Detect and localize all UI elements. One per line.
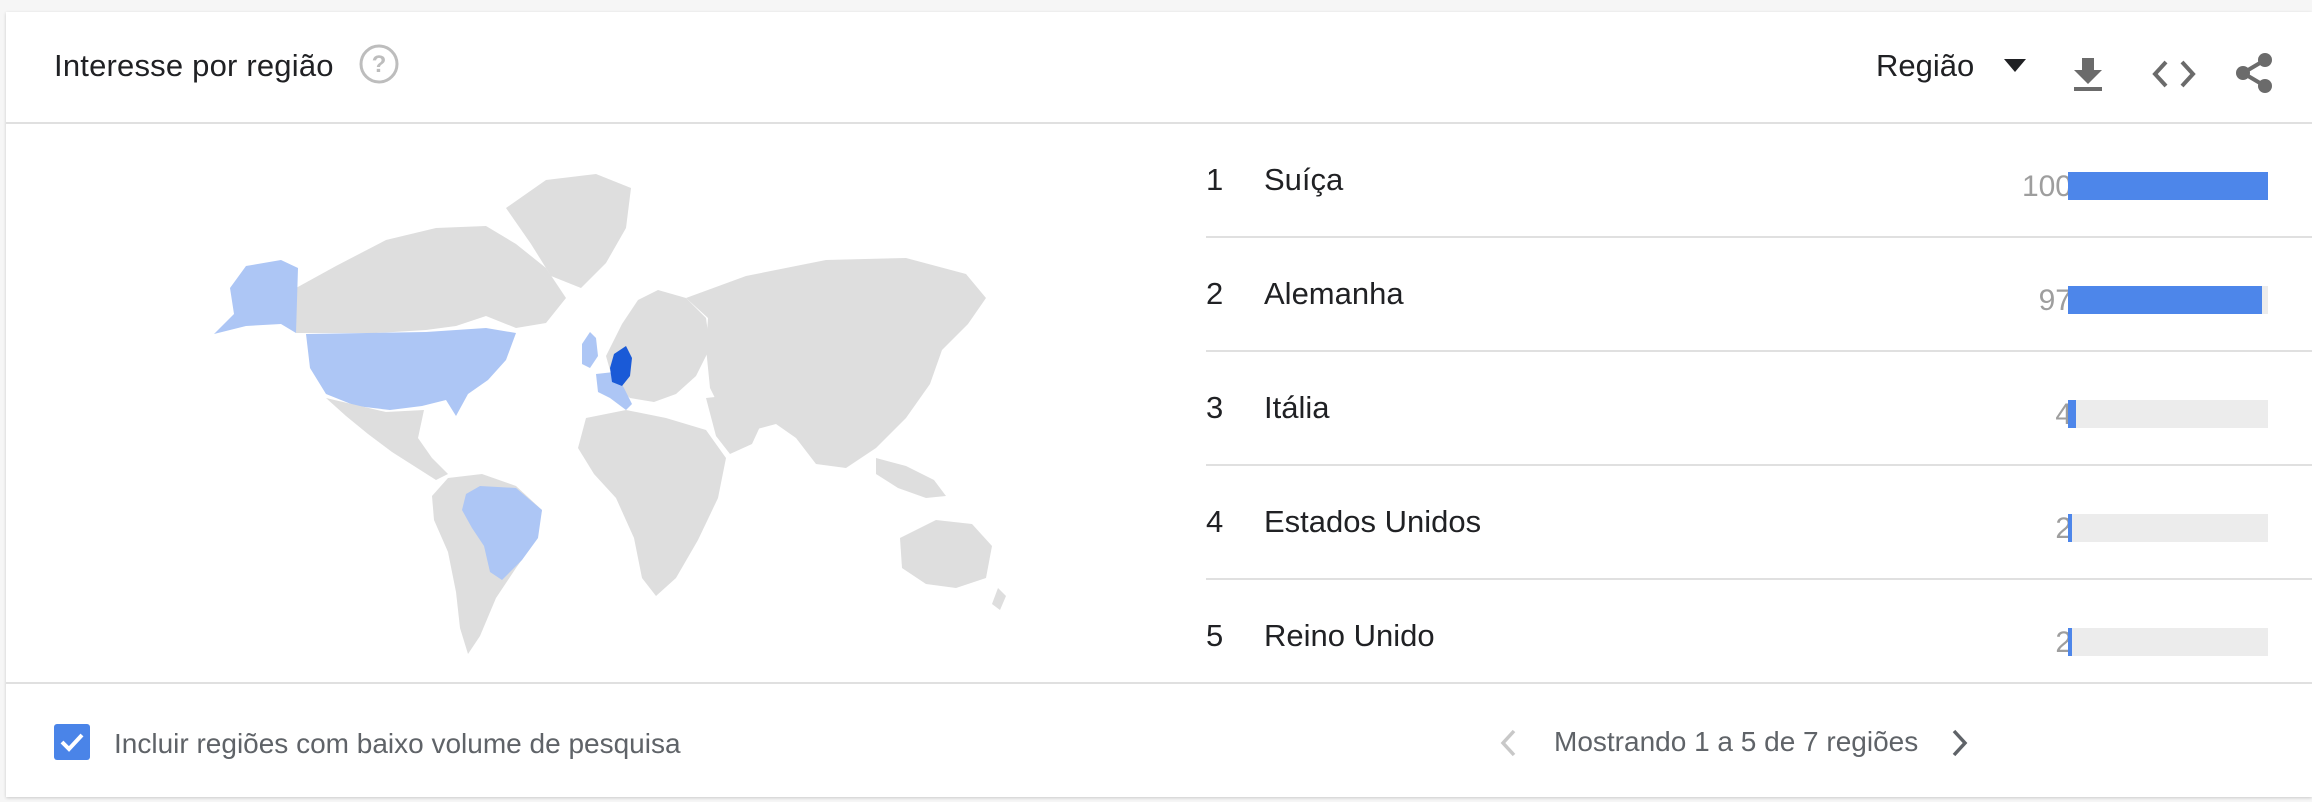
region-rank: 3	[1206, 390, 1224, 425]
region-bar-fill	[2068, 400, 2076, 428]
svg-text:?: ?	[372, 51, 387, 78]
map-australia	[900, 520, 992, 588]
embed-code-icon[interactable]	[2152, 60, 2196, 88]
resolution-dropdown[interactable]: Região	[1876, 44, 2027, 88]
low-volume-checkbox-label[interactable]: Incluir regiões com baixo volume de pesq…	[114, 728, 681, 760]
region-row[interactable]: 1 Suíça 100	[1206, 124, 2312, 238]
map-canada	[296, 226, 566, 333]
region-interest-card: Interesse por região ? Região 1 Suíça 10…	[6, 12, 2312, 797]
map-uk	[582, 332, 598, 368]
region-bar-track	[2068, 172, 2268, 200]
share-icon[interactable]	[2234, 52, 2274, 94]
region-rank: 4	[1206, 504, 1224, 539]
region-bar-track	[2068, 400, 2268, 428]
region-name[interactable]: Suíça	[1264, 162, 1343, 198]
card-header: Interesse por região ? Região	[6, 12, 2312, 124]
checkmark-icon	[60, 733, 84, 752]
region-row[interactable]: 4 Estados Unidos 2	[1206, 466, 2312, 580]
help-circle-icon[interactable]: ?	[358, 43, 400, 85]
region-ranking-list: 1 Suíça 100 2 Alemanha 97 3 Itália 4 4 E…	[1206, 124, 2312, 692]
chevron-left-icon[interactable]	[1498, 728, 1518, 758]
map-mexico-central	[326, 398, 448, 480]
region-bar-track	[2068, 628, 2268, 656]
pagination-status: Mostrando 1 a 5 de 7 regiões	[1554, 726, 1919, 757]
chevron-right-icon[interactable]	[1950, 728, 1970, 758]
region-row[interactable]: 3 Itália 4	[1206, 352, 2312, 466]
card-title: Interesse por região	[54, 48, 334, 83]
region-bar-fill	[2068, 514, 2072, 542]
card-footer: Incluir regiões com baixo volume de pesq…	[6, 682, 2312, 799]
map-alaska	[214, 260, 298, 334]
region-bar-track	[2068, 514, 2268, 542]
region-bar-fill	[2068, 628, 2072, 656]
region-row[interactable]: 2 Alemanha 97	[1206, 238, 2312, 352]
region-name[interactable]: Reino Unido	[1264, 618, 1435, 654]
region-name[interactable]: Alemanha	[1264, 276, 1404, 312]
region-bar-fill	[2068, 172, 2268, 200]
low-volume-checkbox[interactable]	[54, 724, 90, 760]
resolution-selected-value: Região	[1876, 48, 1975, 83]
region-name[interactable]: Itália	[1264, 390, 1329, 426]
region-bar-track	[2068, 286, 2268, 314]
region-name[interactable]: Estados Unidos	[1264, 504, 1481, 540]
region-rank: 2	[1206, 276, 1224, 311]
download-icon[interactable]	[2072, 56, 2104, 92]
world-map[interactable]	[186, 148, 1006, 668]
region-value: 97	[2038, 284, 2072, 317]
region-row[interactable]: 5 Reino Unido 2	[1206, 580, 2312, 692]
region-rank: 5	[1206, 618, 1224, 653]
map-africa	[578, 410, 726, 596]
map-southeast-asia	[876, 458, 946, 498]
dropdown-arrow-icon	[2004, 59, 2027, 72]
region-value: 100	[2021, 170, 2072, 203]
map-new-zealand	[992, 588, 1006, 610]
region-rank: 1	[1206, 162, 1224, 197]
region-bar-fill	[2068, 286, 2262, 314]
